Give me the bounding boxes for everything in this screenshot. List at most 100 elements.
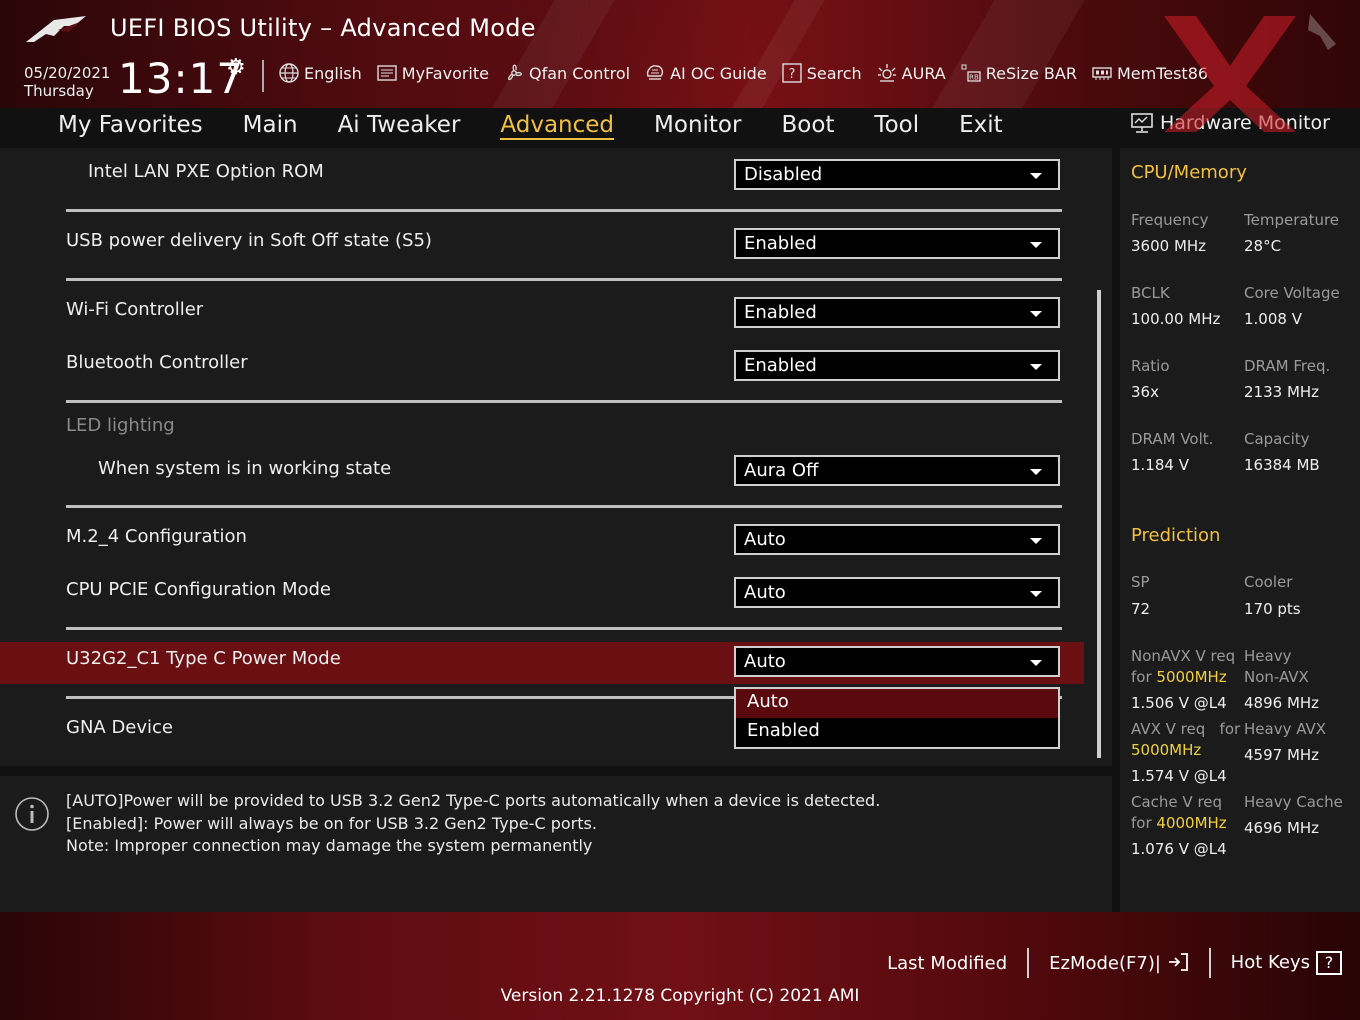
toolbar-aura-button[interactable]: AURA xyxy=(876,62,946,84)
dropdown-caret-icon xyxy=(1030,538,1042,544)
rog-logo-icon xyxy=(26,16,86,42)
toolbar-search-label: Search xyxy=(806,63,862,83)
last-modified-button[interactable]: Last Modified xyxy=(887,953,1007,974)
hw-avx-req-line: AVX V req for xyxy=(1131,719,1241,740)
day-text: Thursday xyxy=(24,82,94,100)
hw-heavy-avx-value: 4597 MHz xyxy=(1244,746,1320,764)
hw-nonavx-for-line: for 5000MHz xyxy=(1131,667,1235,688)
setting-m2-4-label: M.2_4 Configuration xyxy=(66,526,247,547)
hw-nonavx-volt-value: 1.506 V @L4 xyxy=(1131,694,1227,712)
tab-exit[interactable]: Exit xyxy=(959,112,1003,140)
setting-u32g2-dropdown[interactable]: Auto xyxy=(734,646,1060,677)
for-text: for xyxy=(1131,668,1152,686)
help-line: [Enabled]: Power will always be on for U… xyxy=(66,813,597,833)
tab-ai-tweaker[interactable]: Ai Tweaker xyxy=(338,112,461,140)
setting-m2-4-dropdown[interactable]: Auto xyxy=(734,524,1060,555)
toolbar-resize-bar-button[interactable]: RB ReSize BAR xyxy=(960,62,1077,84)
toolbar-language-button[interactable]: English xyxy=(278,62,362,84)
hw-nonavx-freq: 5000MHz xyxy=(1156,668,1227,686)
help-separator xyxy=(0,766,1112,776)
toolbar-qfan-label: Qfan Control xyxy=(529,63,631,83)
toolbar-memtest-label: MemTest86 xyxy=(1116,63,1209,83)
hw-cooler-value: 170 pts xyxy=(1244,600,1301,618)
hardware-monitor-title[interactable]: Hardware Monitor xyxy=(1130,112,1330,134)
svg-text:?: ? xyxy=(788,67,795,82)
setting-cpu-pcie-dropdown[interactable]: Auto xyxy=(734,577,1060,608)
ezmode-label: EzMode(F7)| xyxy=(1049,953,1161,974)
date-text: 05/20/2021 xyxy=(24,64,111,82)
help-text: [AUTO]Power will be provided to USB 3.2 … xyxy=(66,790,880,858)
hw-avx-req-label: AVX V req for 5000MHz xyxy=(1131,719,1241,761)
hw-section-prediction: Prediction xyxy=(1131,525,1221,546)
ezmode-button[interactable]: EzMode(F7)| xyxy=(1049,952,1189,974)
option-auto[interactable]: Auto xyxy=(736,689,1058,718)
divider xyxy=(66,505,1062,508)
version-text: Version 2.21.1278 Copyright (C) 2021 AMI xyxy=(500,986,860,1006)
dropdown-caret-icon xyxy=(1030,591,1042,597)
toolbar-search-button[interactable]: ? Search xyxy=(781,62,862,84)
hw-core-voltage-label: Core Voltage xyxy=(1244,284,1340,302)
hw-cache-req-label: Cache V req for 4000MHz xyxy=(1131,792,1227,834)
help-key-icon: ? xyxy=(1316,951,1342,975)
hw-nonavx-req-label: NonAVX V req for 5000MHz xyxy=(1131,646,1235,688)
hw-bclk-value: 100.00 MHz xyxy=(1131,310,1221,328)
hot-keys-button[interactable]: Hot Keys? xyxy=(1231,951,1342,975)
toolbar: English MyFavorite Qfan Control AI OC Gu… xyxy=(278,62,1208,84)
hw-dram-freq-label: DRAM Freq. xyxy=(1244,357,1331,375)
aura-icon xyxy=(877,64,896,82)
setting-wifi-dropdown[interactable]: Enabled xyxy=(734,297,1060,328)
toolbar-myfavorite-button[interactable]: MyFavorite xyxy=(376,62,489,84)
hw-frequency-label: Frequency xyxy=(1131,211,1209,229)
for-text: for xyxy=(1131,814,1152,832)
setting-led-working-dropdown[interactable]: Aura Off xyxy=(734,455,1060,486)
setting-u32g2-label: U32G2_C1 Type C Power Mode xyxy=(66,648,341,669)
footer-links: Last Modified EzMode(F7)| Hot Keys? xyxy=(887,948,1342,978)
hw-heavy-avx-label: Heavy AVX xyxy=(1244,720,1327,738)
dropdown-value: Enabled xyxy=(744,302,817,323)
tab-boot[interactable]: Boot xyxy=(781,112,834,140)
setting-cpu-pcie-label: CPU PCIE Configuration Mode xyxy=(66,579,331,600)
setting-intel-lan-pxe-dropdown[interactable]: Disabled xyxy=(734,159,1060,190)
for-text: for xyxy=(1219,720,1241,738)
hw-sp-label: SP xyxy=(1131,573,1150,591)
dropdown-value: Auto xyxy=(744,582,786,603)
toolbar-aura-label: AURA xyxy=(901,63,946,83)
ai-oc-icon xyxy=(647,65,664,80)
toolbar-myfavorite-label: MyFavorite xyxy=(401,63,489,83)
hw-non-avx-text: Non-AVX xyxy=(1244,668,1309,686)
option-enabled[interactable]: Enabled xyxy=(736,718,1058,747)
tab-monitor[interactable]: Monitor xyxy=(654,112,741,140)
hardware-monitor-title-text: Hardware Monitor xyxy=(1160,112,1330,134)
hw-cooler-label: Cooler xyxy=(1244,573,1293,591)
hw-cache-freq: 4000MHz xyxy=(1156,814,1227,832)
dropdown-value: Enabled xyxy=(744,233,817,254)
header-bar: UEFI BIOS Utility – Advanced Mode 05/20/… xyxy=(0,0,1360,108)
clock-settings-gear-icon[interactable]: ⚙ xyxy=(226,55,246,80)
toolbar-memtest-button[interactable]: MemTest86 xyxy=(1091,62,1208,84)
hw-section-cpu-memory: CPU/Memory xyxy=(1131,162,1247,183)
toolbar-resize-bar-label: ReSize BAR xyxy=(985,63,1077,83)
setting-gna-label: GNA Device xyxy=(66,717,174,738)
toolbar-qfan-button[interactable]: Qfan Control xyxy=(503,62,630,84)
setting-led-working-label: When system is in working state xyxy=(98,458,392,479)
tab-tool[interactable]: Tool xyxy=(874,112,919,140)
divider xyxy=(66,209,1062,212)
globe-icon xyxy=(279,63,299,83)
tab-advanced[interactable]: Advanced xyxy=(500,112,615,140)
setting-usb-power-s5-dropdown[interactable]: Enabled xyxy=(734,228,1060,259)
hw-temperature-label: Temperature xyxy=(1244,211,1340,229)
hw-ratio-value: 36x xyxy=(1131,383,1159,401)
exit-arrow-icon xyxy=(1168,953,1188,971)
toolbar-ai-oc-guide-button[interactable]: AI OC Guide xyxy=(644,62,767,84)
footer-separator xyxy=(1027,948,1030,978)
settings-scrollbar[interactable] xyxy=(1097,290,1101,758)
hw-nonavx-req-text: NonAVX V req xyxy=(1131,647,1236,665)
tab-my-favorites[interactable]: My Favorites xyxy=(58,112,203,140)
tab-main[interactable]: Main xyxy=(243,112,298,140)
toolbar-separator xyxy=(262,60,264,92)
date-display[interactable]: 05/20/2021 Thursday xyxy=(24,64,110,100)
hw-dram-volt-label: DRAM Volt. xyxy=(1131,430,1214,448)
setting-bluetooth-dropdown[interactable]: Enabled xyxy=(734,350,1060,381)
hw-avx-volt-value: 1.574 V @L4 xyxy=(1131,767,1227,785)
dropdown-value: Auto xyxy=(744,651,786,672)
